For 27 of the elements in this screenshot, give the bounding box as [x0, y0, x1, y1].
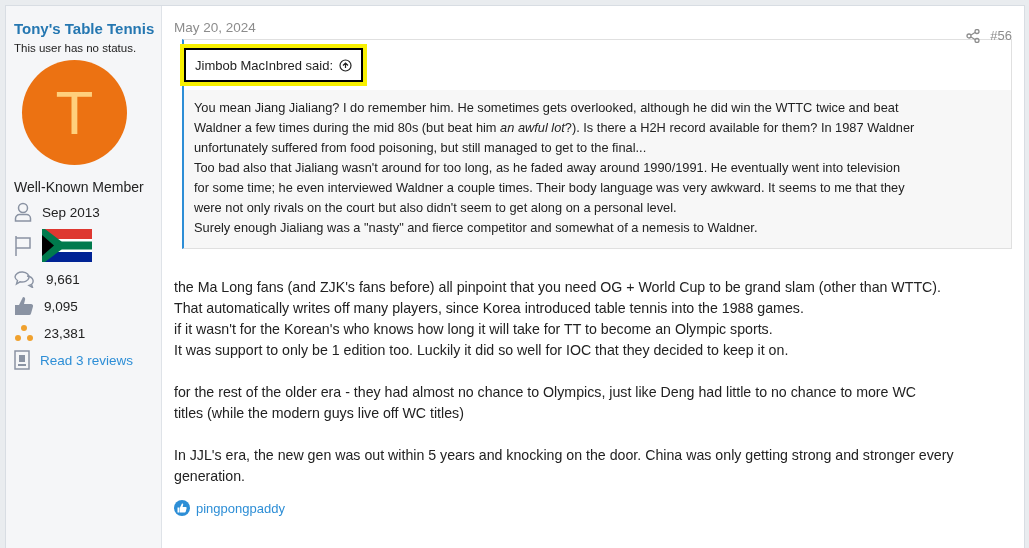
post-number-link[interactable]: #56	[990, 28, 1012, 43]
person-icon	[14, 202, 32, 222]
stat-count: 23,381	[44, 325, 86, 341]
user-status: This user has no status.	[14, 42, 138, 54]
like-icon	[174, 500, 190, 516]
stat-count: 9,095	[44, 298, 78, 314]
country-flag-icon	[42, 229, 92, 262]
post-paragraph: for the rest of the older era - they had almost no chance to Olympics, just like Deng had little to no chance to more WC titles (while the modern guys live off WC titles)	[174, 383, 918, 423]
dots-icon	[14, 324, 34, 342]
quote-attribution[interactable]: Jimbob MacInbred said:	[195, 57, 333, 73]
user-title: Well-Known Member	[14, 179, 145, 195]
thumbs-up-icon	[14, 296, 34, 316]
username-link[interactable]: Tony's Table Tennis	[14, 20, 153, 37]
avatar[interactable]: T	[22, 60, 127, 165]
reaction-user-link[interactable]: pingpongpaddy	[196, 500, 285, 516]
reviews-link[interactable]: Read 3 reviews	[40, 352, 134, 368]
speech-bubbles-icon	[14, 270, 36, 288]
post-paragraph: In JJL's era, the new gen was out within 5 years and knocking on the door. China was only getting strong and stronger every generation.	[174, 446, 955, 486]
circle-arrow-icon[interactable]	[339, 58, 352, 72]
share-icon[interactable]	[966, 28, 981, 43]
stat-count: 9,661	[46, 271, 80, 287]
flag-outline-icon	[14, 234, 32, 257]
post-date[interactable]: May 20, 2024	[174, 20, 256, 35]
post-paragraph: the Ma Long fans (and ZJK's fans before) all pinpoint that you need OG + World Cup to be grand slam (other than WTTC). That automatically writes off many players, since Korea introduced table tennis into the 1988 games. if it wasn't for the Korean's who knows how long it will take for TT to become an Olympic sports. It was support to only be 1 edition too. Luckily it did so well for IOC that they decided to keep it on.	[174, 278, 942, 360]
join-date: Sep 2013	[42, 204, 100, 220]
badge-card-icon	[14, 350, 30, 370]
quote-text: You mean Jiang Jialiang? I do remember him. He sometimes gets overlooked, although he did win the WTTC twice and beat Waldner a few times during the mid 80s (but beat him an awful lot?). Is there a H2H record available for them? In 1987 Waldner unfortunately suffered from food poisoning, but still managed to get to the final... Too bad also that Jialiang wasn't around for too long, as he faded away around 1990/1991. He eventually went into television for some time; he even interviewed Waldner a couple times. Their body language was very awkward. It seems to me that they were not only rivals on the court but also didn't seem to get along on a personal level. Surely enough Jialiang was a "nasty" and fierce competitor and somewhat of a nemesis to Waldner.	[193, 99, 916, 237]
